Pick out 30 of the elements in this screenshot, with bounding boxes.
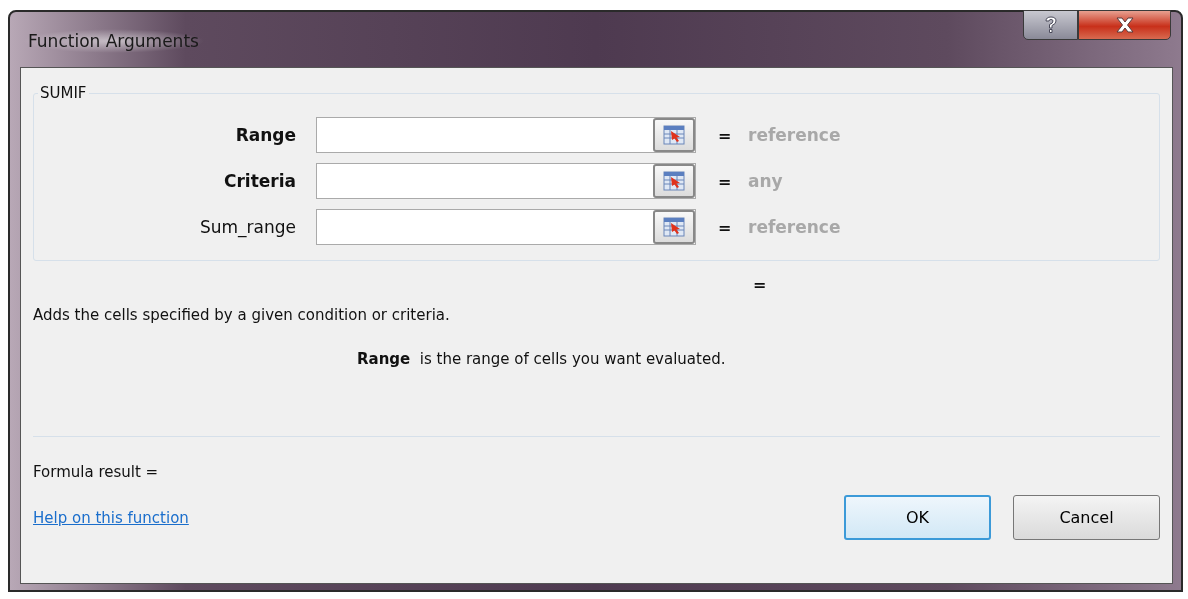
range-select-icon	[663, 171, 685, 191]
close-button[interactable]	[1078, 10, 1171, 40]
argument-label: Sum_range	[198, 217, 297, 237]
help-icon	[1043, 16, 1058, 34]
argument-label: Range	[234, 125, 297, 145]
function-name: SUMIF	[39, 84, 88, 102]
value-type: reference	[748, 125, 841, 145]
range-select-icon	[663, 217, 685, 237]
help-link[interactable]: Help on this function	[33, 508, 189, 527]
argument-description: Range is the range of cells you want evaluated.	[357, 350, 727, 368]
range-select-icon	[663, 125, 685, 145]
close-icon	[1114, 17, 1135, 33]
input-field[interactable]	[316, 163, 696, 199]
collapse-button[interactable]	[653, 118, 695, 152]
equals-sign: =	[718, 217, 733, 237]
equals-sign: =	[753, 275, 767, 294]
formula-result: Formula result =	[33, 463, 160, 481]
value-type: reference	[748, 217, 841, 237]
equals-sign: =	[718, 125, 733, 145]
collapse-button[interactable]	[653, 164, 695, 198]
input-field[interactable]	[316, 209, 696, 245]
dialog-button[interactable]: OK	[844, 495, 991, 540]
input-field[interactable]	[316, 117, 696, 153]
dialog-button[interactable]: Cancel	[1013, 495, 1160, 540]
function-description: Adds the cells specified by a given condition or criteria.	[33, 306, 451, 324]
argument-label: Criteria	[222, 171, 297, 191]
equals-sign: =	[718, 171, 733, 191]
value-type: any	[748, 171, 783, 191]
collapse-button[interactable]	[653, 210, 695, 244]
help-button[interactable]	[1023, 10, 1078, 40]
